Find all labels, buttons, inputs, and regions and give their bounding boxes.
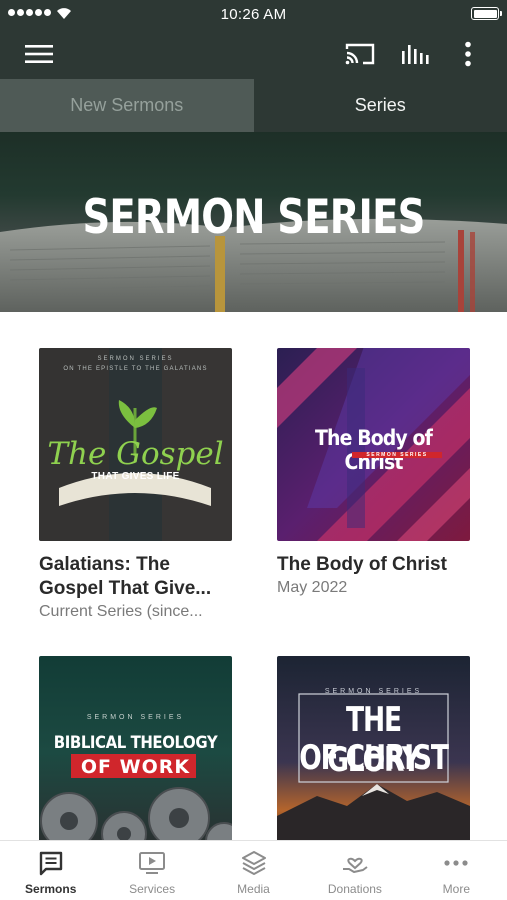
- nav-label: Services: [129, 882, 176, 896]
- artwork-main-line-2: OF CHRIST: [299, 738, 449, 778]
- series-subtitle: May 2022: [277, 579, 348, 596]
- tab-new-sermons[interactable]: New Sermons: [0, 79, 254, 132]
- nav-label: Donations: [327, 882, 382, 896]
- tab-series[interactable]: Series: [253, 79, 507, 132]
- cast-icon: [345, 43, 375, 65]
- nav-label: Media: [237, 882, 270, 896]
- artwork-sub-text: SERMON SERIES: [352, 452, 442, 458]
- more-options-button[interactable]: [450, 36, 486, 72]
- app-bar: [0, 28, 507, 79]
- nav-label: More: [442, 882, 470, 896]
- series-artwork: The Body of Christ SERMON SERIES: [277, 348, 470, 541]
- series-title: Galatians: The Gospel That Give...: [39, 554, 212, 599]
- audio-button[interactable]: [397, 36, 433, 72]
- series-subtitle: Current Series (since...: [39, 603, 203, 620]
- tab-bar: New Sermons Series: [0, 79, 507, 132]
- audio-bars-icon: [402, 45, 429, 64]
- nav-donations[interactable]: Donations: [304, 841, 405, 900]
- nav-label: Sermons: [25, 882, 77, 896]
- nav-sermons[interactable]: Sermons: [0, 841, 101, 900]
- series-card-galatians[interactable]: SERMON SERIES ON THE EPISTLE TO THE GALA…: [39, 348, 232, 623]
- battery-icon: [471, 7, 502, 20]
- series-artwork: SERMON SERIES THE GLORY OF CHRIST: [277, 656, 470, 849]
- artwork-second-line: ON THE EPISTLE TO THE GALATIANS: [63, 366, 208, 372]
- hero-title: SERMON SERIES: [82, 190, 425, 245]
- artwork-top-line: SERMON SERIES: [97, 356, 174, 362]
- artwork-sub-text: THAT GIVES LIFE: [91, 471, 180, 482]
- cast-button[interactable]: [342, 36, 378, 72]
- nav-more[interactable]: More: [406, 841, 507, 900]
- media-icon: [241, 851, 266, 875]
- artwork-sub-text: OF WORK: [80, 756, 191, 778]
- more-horizontal-icon: [444, 860, 468, 866]
- nav-services[interactable]: Services: [101, 841, 202, 900]
- status-time: 10:26 AM: [220, 6, 287, 23]
- services-icon: [139, 852, 166, 874]
- bottom-nav: Sermons Services Media Donations More: [0, 840, 507, 900]
- nav-media[interactable]: Media: [203, 841, 304, 900]
- sermons-icon: [39, 851, 62, 876]
- status-bar: 10:26 AM: [0, 0, 507, 28]
- menu-icon: [25, 45, 53, 63]
- artwork-main-text: The Body of Christ: [315, 426, 433, 474]
- artwork-main-text: The Gospel: [47, 436, 224, 472]
- series-title: The Body of Christ: [277, 554, 447, 575]
- donations-icon: [342, 857, 368, 873]
- artwork-top-line: SERMON SERIES: [324, 688, 423, 695]
- series-card-body-of-christ[interactable]: The Body of Christ SERMON SERIES The Bod…: [277, 348, 470, 599]
- series-card-glory-of-christ[interactable]: SERMON SERIES THE GLORY OF CHRIST: [277, 656, 470, 861]
- series-card-biblical-theology-of-work[interactable]: SERMON SERIES BIBLICAL THEOLOGY OF WORK: [39, 656, 232, 861]
- artwork-top-line: SERMON SERIES: [86, 714, 185, 721]
- menu-button[interactable]: [21, 36, 57, 72]
- series-artwork: SERMON SERIES ON THE EPISTLE TO THE GALA…: [39, 348, 232, 541]
- artwork-main-text: BIBLICAL THEOLOGY: [53, 733, 218, 753]
- series-artwork: SERMON SERIES BIBLICAL THEOLOGY OF WORK: [39, 656, 232, 849]
- more-vertical-icon: [465, 41, 471, 67]
- hero-banner: SERMON SERIES: [0, 132, 507, 312]
